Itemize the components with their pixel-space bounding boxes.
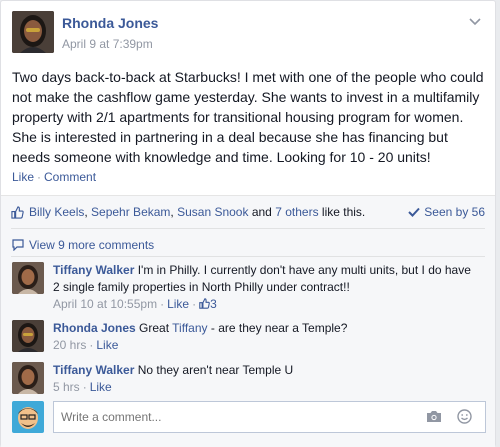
comment-body: Rhonda Jones Great Tiffany - are they ne…	[53, 320, 473, 354]
author-avatar[interactable]	[12, 11, 54, 53]
like-this-text: like this.	[321, 205, 366, 219]
separator-dot: ·	[37, 170, 42, 184]
comment-item: Tiffany Walker No they aren't near Templ…	[12, 362, 482, 396]
seen-by-link[interactable]: Seen by 56	[408, 205, 485, 219]
comment-meta: 20 hrs · Like	[53, 338, 119, 352]
comment-meta: April 10 at 10:55pm · Like · 3	[53, 297, 217, 311]
comment-like-count[interactable]: 3	[210, 297, 217, 311]
comment-time[interactable]: 5 hrs	[53, 380, 80, 394]
comment-meta: 5 hrs · Like	[53, 380, 112, 394]
divider	[11, 228, 485, 229]
comment-body: Tiffany Walker No they aren't near Templ…	[53, 362, 473, 396]
like-link[interactable]: Like	[12, 170, 34, 184]
divider	[11, 256, 485, 257]
current-user-avatar	[12, 401, 44, 433]
camera-icon[interactable]	[426, 410, 442, 423]
commenter-avatar[interactable]	[12, 362, 44, 394]
liker-name[interactable]: Billy Keels	[29, 205, 84, 219]
commenter-avatar[interactable]	[12, 262, 44, 294]
and-text: and	[251, 205, 272, 219]
comment-bubble-icon	[12, 239, 24, 251]
author-name[interactable]: Rhonda Jones	[62, 15, 158, 31]
comment-text: Great	[139, 321, 170, 335]
comment-time[interactable]: April 10 at 10:55pm	[53, 297, 157, 311]
chevron-down-icon[interactable]	[468, 17, 482, 27]
checkmark-icon	[408, 207, 421, 217]
comment-item: Rhonda Jones Great Tiffany - are they ne…	[12, 320, 482, 354]
comment-like-link[interactable]: Like	[90, 380, 112, 394]
others-link[interactable]: 7 others	[275, 205, 318, 219]
comment-item: Tiffany Walker I'm in Philly. I currentl…	[12, 262, 482, 312]
post-header: Rhonda Jones April 9 at 7:39pm	[12, 11, 482, 55]
view-more-text: View 9 more comments	[29, 238, 155, 252]
comment-link[interactable]: Comment	[44, 170, 96, 184]
smiley-icon[interactable]	[457, 409, 472, 424]
thumbs-up-icon[interactable]	[199, 298, 210, 309]
thumbs-up-icon	[11, 206, 24, 219]
comment-text: - are they near a Temple?	[210, 321, 348, 335]
post-card: Rhonda Jones April 9 at 7:39pm Two days …	[0, 0, 496, 447]
comment-composer	[12, 401, 486, 437]
commenter-name[interactable]: Tiffany Walker	[53, 263, 134, 277]
seen-by-text: Seen by 56	[424, 205, 485, 219]
commenter-name[interactable]: Tiffany Walker	[53, 363, 134, 377]
post-actions: Like · Comment	[12, 170, 96, 184]
commenter-avatar[interactable]	[12, 320, 44, 352]
commenter-name[interactable]: Rhonda Jones	[53, 321, 136, 335]
comment-input[interactable]	[53, 401, 486, 433]
feedback-section: Billy Keels, Sepehr Bekam, Susan Snook a…	[1, 195, 495, 447]
comment-text: No they aren't near Temple U	[137, 363, 294, 377]
view-more-comments[interactable]: View 9 more comments	[12, 238, 154, 252]
comment-like-link[interactable]: Like	[96, 338, 118, 352]
mention-link[interactable]: Tiffany	[172, 321, 207, 335]
post-timestamp[interactable]: April 9 at 7:39pm	[62, 37, 153, 51]
comment-like-link[interactable]: Like	[167, 297, 189, 311]
liker-name[interactable]: Sepehr Bekam	[91, 205, 170, 219]
post-text: Two days back-to-back at Starbucks! I me…	[12, 69, 484, 165]
comment-time[interactable]: 20 hrs	[53, 338, 86, 352]
liker-name[interactable]: Susan Snook	[177, 205, 248, 219]
likes-summary: Billy Keels, Sepehr Bekam, Susan Snook a…	[11, 205, 485, 223]
comment-body: Tiffany Walker I'm in Philly. I currentl…	[53, 262, 473, 313]
